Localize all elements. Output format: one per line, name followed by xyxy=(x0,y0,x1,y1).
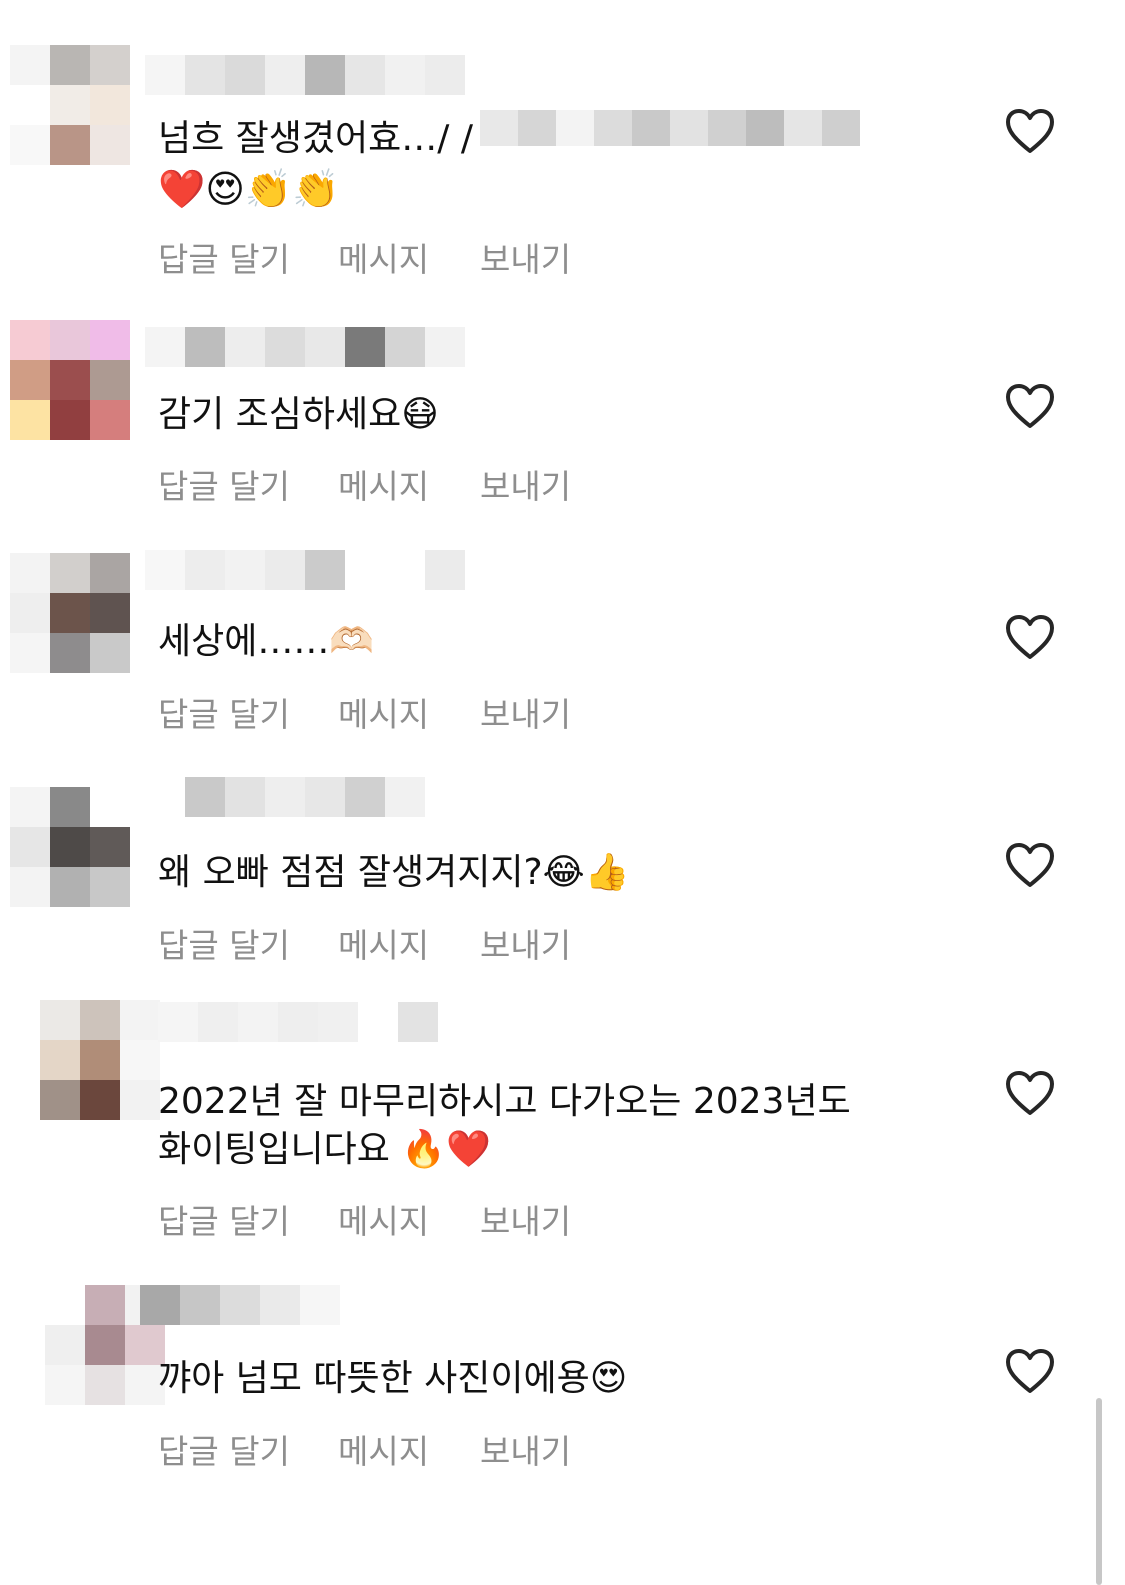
reply-button[interactable]: 답글 달기 xyxy=(158,233,338,281)
send-button[interactable]: 보내기 xyxy=(480,460,571,508)
send-button[interactable]: 보내기 xyxy=(480,919,571,967)
heart-outline-icon[interactable] xyxy=(1005,1070,1055,1116)
comment-actions: 답글 달기 메시지 보내기 xyxy=(158,1425,571,1473)
comment-emoji: ❤️😍👏👏 xyxy=(158,167,340,211)
heart-outline-icon[interactable] xyxy=(1005,842,1055,888)
reply-button[interactable]: 답글 달기 xyxy=(158,688,338,736)
comment-actions: 답글 달기 메시지 보내기 xyxy=(158,460,571,508)
message-button[interactable]: 메시지 xyxy=(338,1195,480,1243)
username[interactable] xyxy=(145,550,465,590)
heart-outline-icon[interactable] xyxy=(1005,1348,1055,1394)
reply-button[interactable]: 답글 달기 xyxy=(158,1195,338,1243)
comment-actions: 답글 달기 메시지 보내기 xyxy=(158,233,571,281)
comment-text: 2022년 잘 마무리하시고 다가오는 2023년도 화이팅입니다요 🔥❤️ xyxy=(158,1081,851,1170)
message-button[interactable]: 메시지 xyxy=(338,460,480,508)
reply-button[interactable]: 답글 달기 xyxy=(158,460,338,508)
comment-text: 감기 조심하세요😷 xyxy=(158,394,439,435)
comment-actions: 답글 달기 메시지 보내기 xyxy=(158,688,571,736)
username[interactable] xyxy=(158,1002,438,1042)
blurred-mention xyxy=(480,110,860,146)
avatar[interactable] xyxy=(10,553,130,673)
heart-outline-icon[interactable] xyxy=(1005,108,1055,154)
comment-text: 꺄아 넘모 따뜻한 사진이에용😍 xyxy=(158,1358,628,1399)
message-button[interactable]: 메시지 xyxy=(338,688,480,736)
comment-text: 왜 오빠 점점 잘생겨지지?😂👍 xyxy=(158,852,630,893)
comment-actions: 답글 달기 메시지 보내기 xyxy=(158,919,571,967)
username[interactable] xyxy=(145,55,465,95)
scrollbar[interactable] xyxy=(1096,1398,1102,1585)
send-button[interactable]: 보내기 xyxy=(480,1195,571,1243)
heart-outline-icon[interactable] xyxy=(1005,614,1055,660)
heart-outline-icon[interactable] xyxy=(1005,383,1055,429)
reply-button[interactable]: 답글 달기 xyxy=(158,1425,338,1473)
message-button[interactable]: 메시지 xyxy=(338,919,480,967)
username[interactable] xyxy=(145,777,425,817)
send-button[interactable]: 보내기 xyxy=(480,1425,571,1473)
reply-button[interactable]: 답글 달기 xyxy=(158,919,338,967)
username[interactable] xyxy=(140,1285,340,1325)
avatar[interactable] xyxy=(10,787,130,907)
avatar[interactable] xyxy=(10,320,130,440)
comment-text: 세상에……🫶🏻 xyxy=(158,621,375,662)
username[interactable] xyxy=(145,327,465,367)
comment-actions: 답글 달기 메시지 보내기 xyxy=(158,1195,571,1243)
send-button[interactable]: 보내기 xyxy=(480,688,571,736)
avatar[interactable] xyxy=(40,1000,160,1120)
avatar[interactable] xyxy=(10,45,130,165)
message-button[interactable]: 메시지 xyxy=(338,233,480,281)
send-button[interactable]: 보내기 xyxy=(480,233,571,281)
message-button[interactable]: 메시지 xyxy=(338,1425,480,1473)
